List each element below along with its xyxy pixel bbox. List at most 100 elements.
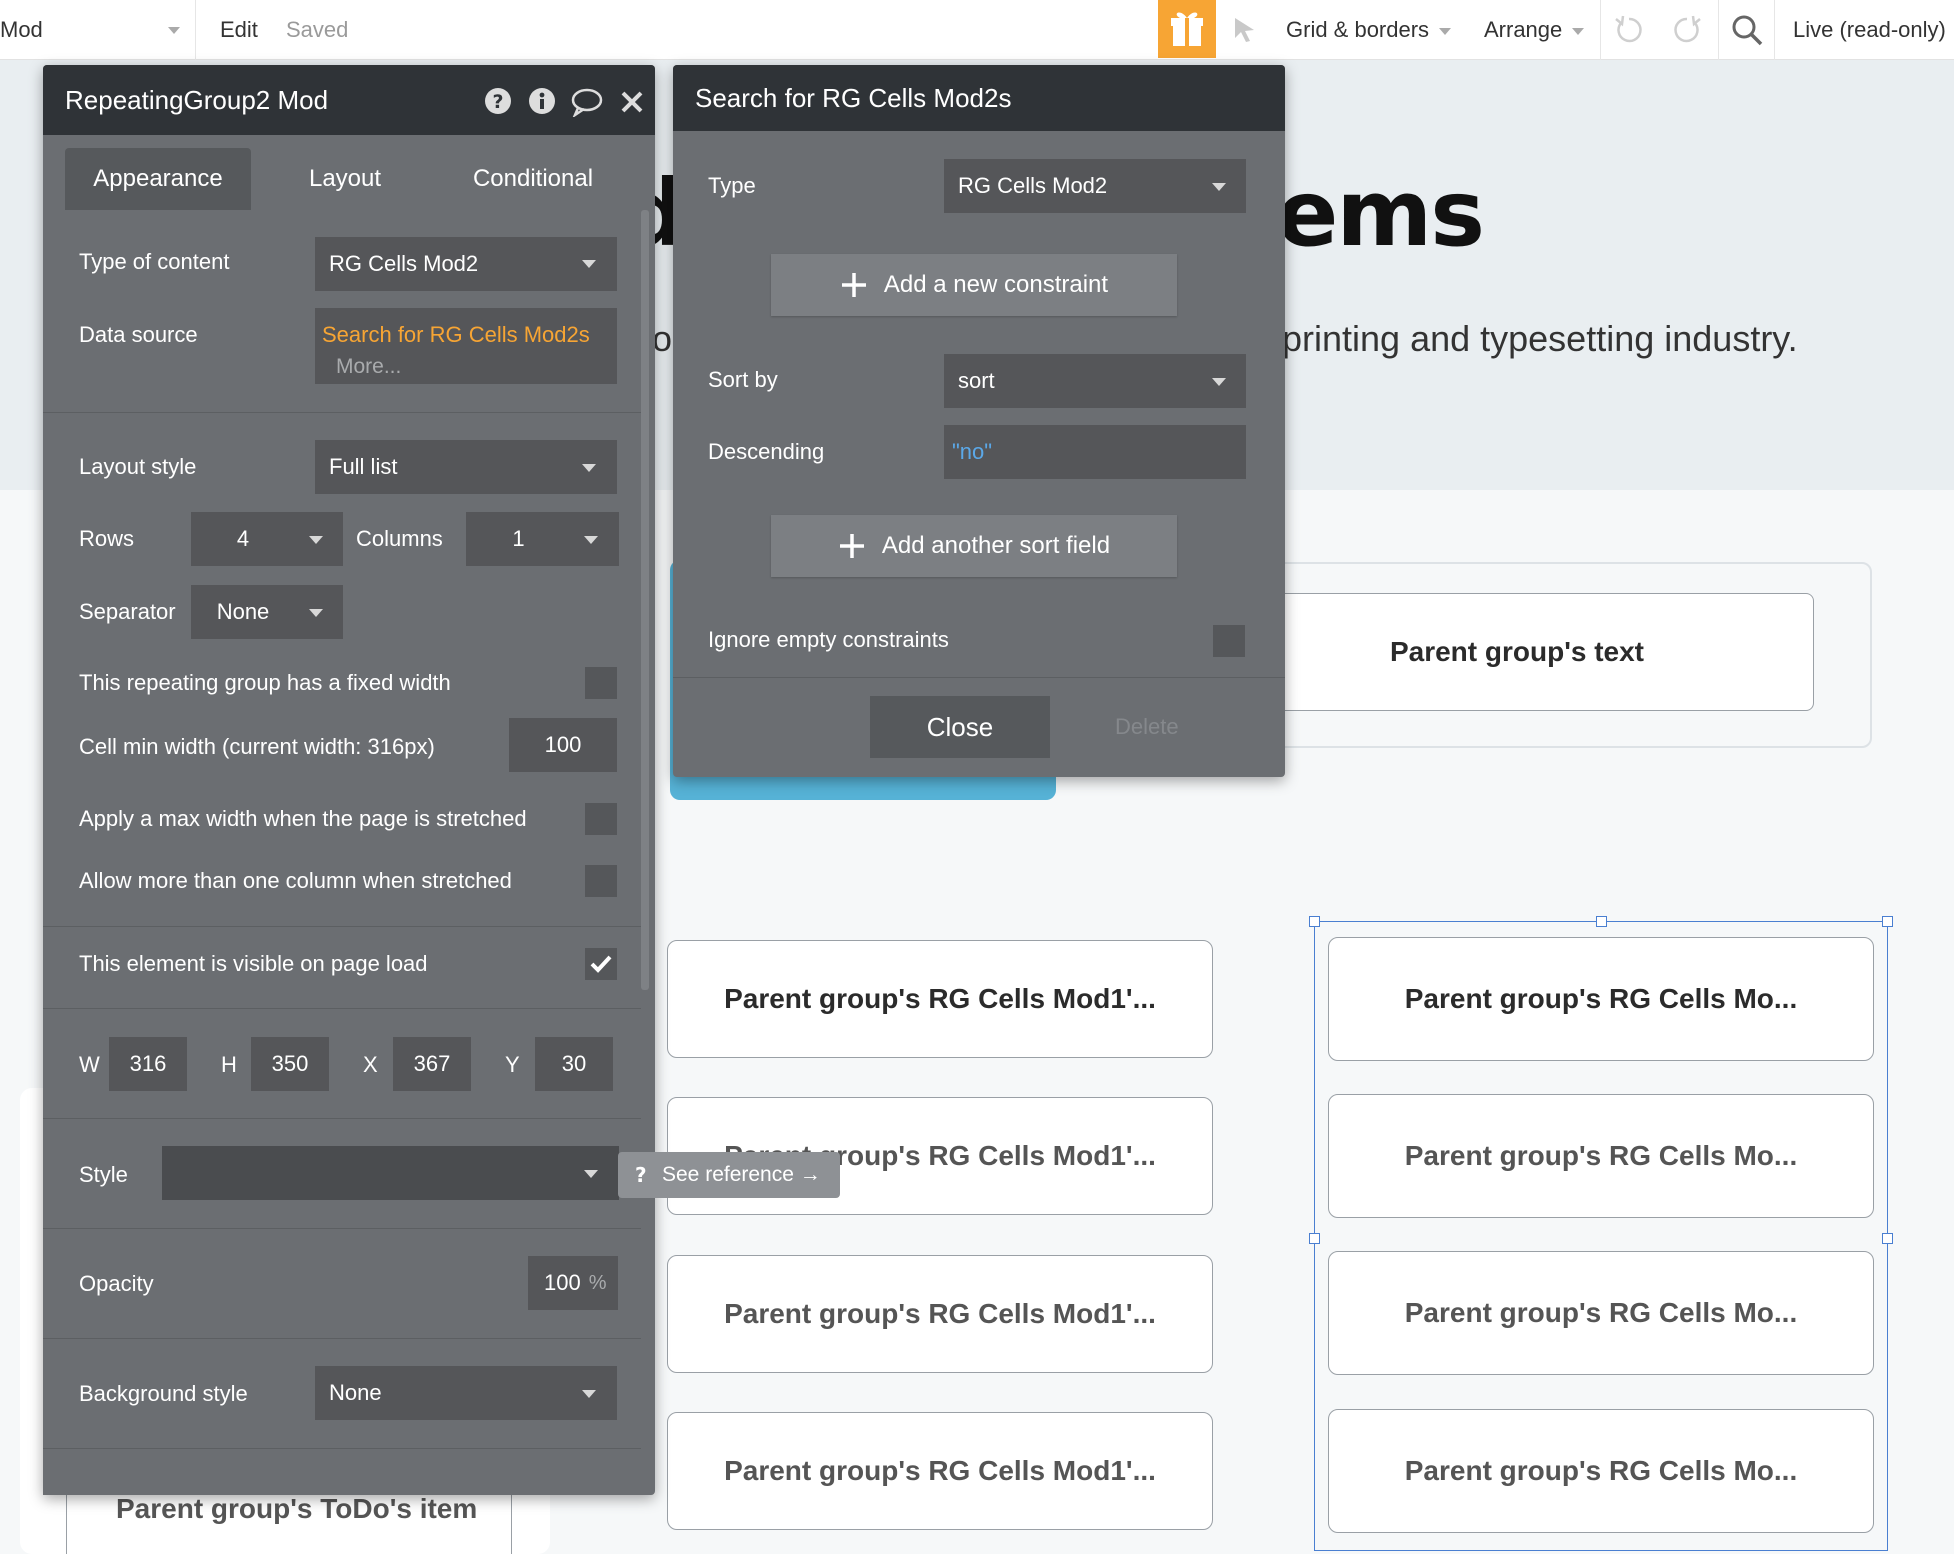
gift-button[interactable] [1158,0,1216,58]
close-button[interactable]: Close [870,696,1050,758]
tab-layout[interactable]: Layout [265,148,425,210]
tab-label: Appearance [93,165,223,192]
panel-header[interactable]: RepeatingGroup2 Mod [43,65,655,135]
descending-label: Descending [708,439,825,464]
cell-min-width-input[interactable]: 100 [509,718,617,772]
dropdown-value: Full list [329,454,398,479]
edit-menu[interactable]: Edit [220,17,258,43]
type-dropdown[interactable]: RG Cells Mod2 [944,159,1246,213]
unit-label: % [588,1271,607,1294]
parent-group-text-label: Parent group's text [1389,636,1645,667]
chevron-down-icon[interactable] [168,27,180,34]
panel-header[interactable]: Search for RG Cells Mod2s [673,65,1285,131]
hero-subtitle-fragment: printing and typesetting industry. [1282,318,1798,359]
y-input[interactable]: 30 [535,1037,613,1091]
resize-handle[interactable] [1882,1233,1893,1244]
search-icon[interactable] [1730,13,1764,47]
add-sort-field-button[interactable]: Add another sort field [771,515,1177,577]
more-columns-label: Allow more than one column when stretche… [79,868,512,893]
parent-group-text[interactable]: Parent group's text [1220,593,1814,711]
tab-conditional[interactable]: Conditional [440,148,626,210]
arrange-label: Arrange [1484,17,1563,42]
grid-borders-label: Grid & borders [1286,17,1430,42]
tab-label: Conditional [472,165,594,192]
live-link[interactable]: Live (read-only) [1793,17,1946,43]
style-label: Style [79,1162,128,1187]
cell-min-width-label: Cell min width (current width: 316px) [79,734,435,759]
svg-text:?: ? [635,1163,647,1187]
divider [195,0,196,60]
undo-icon[interactable] [1612,13,1646,47]
visible-on-load-label: This element is visible on page load [79,951,428,976]
close-icon[interactable] [620,90,644,114]
panel-scrollbar[interactable] [641,210,649,990]
divider [43,1118,641,1119]
list-item[interactable]: Parent group's RG Cells Mod1'... [667,940,1213,1058]
style-dropdown[interactable] [162,1146,619,1200]
field-value: "no" [952,439,993,464]
divider [43,1228,641,1229]
divider [43,1448,641,1449]
plus-icon [839,534,864,558]
page-selector[interactable]: Mod [0,17,43,43]
checkmark-icon [590,955,612,973]
arrange-menu[interactable]: Arrange [1484,17,1585,43]
height-input[interactable]: 350 [251,1037,329,1091]
see-reference-label: See reference → [662,1163,821,1186]
list-item[interactable]: Parent group's RG Cells Mod1'... [667,1255,1213,1373]
dropdown-value: sort [958,368,995,393]
columns-label: Columns [356,526,443,551]
list-item[interactable]: Parent group's RG Cells Mod1'... [667,1412,1213,1530]
resize-handle[interactable] [1309,916,1320,927]
page-name: Mod [0,17,43,42]
redo-icon[interactable] [1670,13,1704,47]
width-input[interactable]: 316 [109,1037,187,1091]
data-source-label: Data source [79,322,198,347]
background-style-label: Background style [79,1381,248,1406]
ignore-empty-checkbox[interactable] [1213,625,1245,657]
more-link[interactable]: More... [336,355,401,379]
sort-by-dropdown[interactable]: sort [944,354,1246,408]
x-input[interactable]: 367 [393,1037,471,1091]
divider [43,1008,641,1009]
height-label: H [221,1052,237,1077]
visible-on-load-checkbox[interactable] [585,948,617,980]
chevron-down-icon [309,609,323,617]
chevron-down-icon [1572,27,1585,35]
resize-handle[interactable] [1309,1233,1320,1244]
ignore-empty-label: Ignore empty constraints [708,627,949,652]
layout-style-label: Layout style [79,454,197,479]
chevron-down-icon [1212,378,1226,386]
list-item-label: Parent group's RG Cells Mod1'... [724,983,1156,1014]
fixed-width-checkbox[interactable] [585,667,617,699]
data-source-expression[interactable]: Search for RG Cells Mod2s [322,322,590,348]
resize-handle[interactable] [1882,916,1893,927]
info-icon[interactable] [528,87,556,115]
see-reference-button[interactable]: ? See reference → [618,1152,840,1198]
separator-label: Separator [79,599,176,624]
more-columns-checkbox[interactable] [585,865,617,897]
max-width-checkbox[interactable] [585,803,617,835]
delete-button[interactable]: Delete [1115,714,1179,740]
dropdown-value: None [329,1380,382,1405]
tab-appearance[interactable]: Appearance [65,148,251,210]
opacity-input[interactable]: 100 % [528,1256,618,1310]
background-style-dropdown[interactable]: None [315,1366,617,1420]
cursor-icon[interactable] [1232,16,1258,44]
fixed-width-label: This repeating group has a fixed width [79,670,451,695]
rows-label: Rows [79,526,135,551]
type-of-content-dropdown[interactable]: RG Cells Mod2 [315,237,617,291]
dropdown-value: 4 [236,526,250,551]
add-constraint-button[interactable]: Add a new constraint [771,254,1177,316]
layout-style-dropdown[interactable]: Full list [315,440,617,494]
list-item-label: Parent group's RG Cells Mod1'... [724,1455,1156,1486]
input-value: 30 [561,1051,587,1076]
resize-handle[interactable] [1596,916,1607,927]
question-icon: ? [635,1163,647,1187]
descending-field[interactable]: "no" [944,425,1246,479]
help-icon[interactable]: ? [484,87,512,115]
panel-title: RepeatingGroup2 Mod [65,84,329,115]
comment-icon[interactable] [570,87,604,117]
grid-borders-menu[interactable]: Grid & borders [1286,17,1452,43]
saved-status: Saved [286,17,349,42]
